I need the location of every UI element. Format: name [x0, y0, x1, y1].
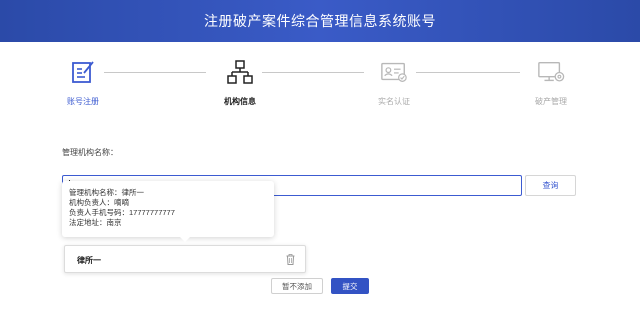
org-structure-icon [226, 58, 254, 86]
step-label: 账号注册 [67, 97, 99, 106]
org-name-label: 管理机构名称： [62, 148, 118, 157]
step-label: 实名认证 [378, 97, 410, 106]
id-card-icon [380, 58, 408, 86]
step-connector [262, 72, 364, 73]
search-button[interactable]: 查询 [525, 175, 576, 196]
step-label: 机构信息 [224, 97, 256, 106]
trash-icon[interactable] [286, 254, 295, 265]
skip-button[interactable]: 暂不添加 [271, 278, 323, 294]
org-result-name: 律所一 [77, 256, 101, 265]
page-header: 注册破产案件综合管理信息系统账号 [0, 0, 640, 42]
step-org-info: 机构信息 [205, 58, 275, 107]
main-panel: 账号注册 机构信息 实名认证 破产管理 管理机构名称： 查询 管理机构名称：律所… [0, 42, 640, 329]
tooltip-line-address: 法定地址：南京 [69, 218, 122, 227]
step-connector [416, 72, 520, 73]
submit-button[interactable]: 提交 [331, 278, 369, 294]
step-account-register: 账号注册 [48, 58, 118, 107]
page-title: 注册破产案件综合管理信息系统账号 [204, 13, 436, 29]
org-result-card[interactable]: 律所一 [64, 245, 306, 273]
monitor-gear-icon [537, 58, 565, 86]
tooltip-line-org-name: 管理机构名称：律所一 [69, 188, 144, 197]
edit-form-icon [69, 58, 97, 86]
org-info-tooltip: 管理机构名称：律所一 机构负责人：嘀嘀 负责人手机号码：17777777777 … [62, 181, 274, 242]
tooltip-arrow [180, 237, 190, 242]
step-connector [104, 72, 206, 73]
step-bankruptcy-manage: 破产管理 [516, 58, 586, 107]
tooltip-line-principal: 机构负责人：嘀嘀 [69, 198, 129, 207]
step-realname-auth: 实名认证 [359, 58, 429, 107]
step-label: 破产管理 [535, 97, 567, 106]
tooltip-line-phone: 负责人手机号码：17777777777 [69, 208, 175, 217]
